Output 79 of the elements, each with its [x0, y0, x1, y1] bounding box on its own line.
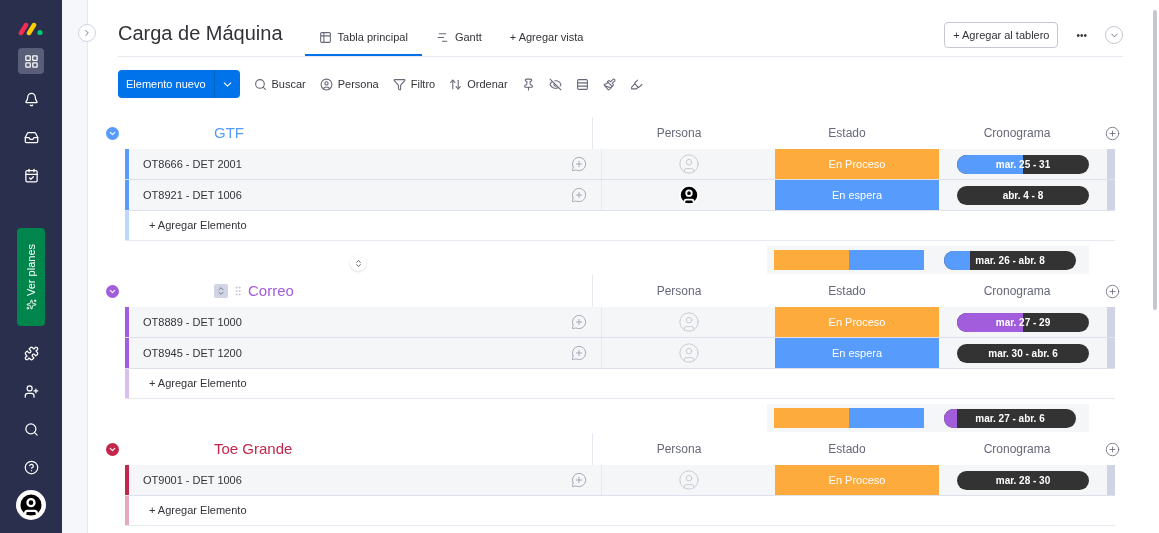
item-name[interactable]: OT9001 - DET 1006: [143, 471, 242, 489]
add-column-icon[interactable]: [1105, 125, 1120, 141]
item-name[interactable]: OT8666 - DET 2001: [143, 155, 242, 173]
toolbar-button[interactable]: Buscar: [253, 75, 306, 93]
column-header[interactable]: Cronograma: [983, 440, 1051, 458]
arrows-icon: [353, 258, 363, 268]
timeline-dates: mar. 26 - abr. 8: [974, 253, 1046, 268]
pen-icon[interactable]: [629, 77, 643, 91]
item-name[interactable]: OT8889 - DET 1000: [143, 313, 242, 331]
add-column-icon[interactable]: [1105, 441, 1120, 457]
timeline-dates: abr. 4 - 8: [1001, 188, 1045, 203]
avatar-icon[interactable]: [677, 184, 700, 206]
column-header[interactable]: Cronograma: [983, 124, 1051, 142]
workspace-icon[interactable]: [23, 53, 39, 69]
notifications-icon[interactable]: [23, 91, 39, 107]
add-update-icon[interactable]: [571, 345, 587, 361]
toolbar-button[interactable]: Ordenar: [449, 75, 508, 93]
timeline-pill[interactable]: mar. 28 - 30: [957, 470, 1089, 490]
search-icon: [253, 77, 267, 91]
help-icon[interactable]: [23, 459, 39, 475]
toolbar-button[interactable]: Persona: [319, 75, 379, 93]
board-title: Carga de Máquina: [118, 21, 283, 46]
timeline-pill[interactable]: mar. 30 - abr. 6: [957, 343, 1089, 363]
search-icon[interactable]: [23, 421, 39, 437]
add-update-icon[interactable]: [571, 156, 587, 172]
view-tab[interactable]: Tabla principal: [304, 20, 422, 56]
add-update-icon[interactable]: [571, 314, 587, 330]
more-menu[interactable]: •••: [1076, 27, 1087, 43]
resize-handle[interactable]: [350, 255, 366, 271]
timeline-dates: mar. 27 - abr. 6: [974, 411, 1046, 426]
paint-icon[interactable]: [602, 77, 616, 91]
inbox-icon[interactable]: [23, 129, 39, 145]
column-header[interactable]: Persona: [656, 440, 702, 458]
column-header[interactable]: Estado: [828, 440, 866, 458]
view-tab[interactable]: Gantt: [421, 20, 496, 56]
timeline-dates: mar. 28 - 30: [994, 473, 1052, 488]
column-header[interactable]: Cronograma: [983, 282, 1051, 300]
hide-icon[interactable]: [548, 77, 562, 91]
column-header[interactable]: Estado: [828, 282, 866, 300]
add-update-icon[interactable]: [571, 472, 587, 488]
chevron-right-icon: [82, 28, 92, 38]
sparkle-icon: [25, 299, 37, 311]
timeline-dates: mar. 30 - abr. 6: [987, 346, 1059, 361]
pin-icon[interactable]: [521, 77, 535, 91]
row-height-icon[interactable]: [575, 77, 589, 91]
avatar-icon[interactable]: [16, 490, 46, 520]
sort-icon: [449, 77, 463, 91]
collapse-icon[interactable]: [106, 442, 119, 456]
column-header[interactable]: Persona: [656, 282, 702, 300]
toolbar-button[interactable]: Filtro: [392, 75, 436, 93]
column-header[interactable]: Persona: [656, 124, 702, 142]
group-title[interactable]: Toe Grande: [214, 437, 293, 461]
timeline-pill[interactable]: mar. 27 - abr. 6: [944, 408, 1076, 428]
view-tab[interactable]: + Agregar vista: [495, 20, 598, 56]
add-item-link[interactable]: + Agregar Elemento: [149, 375, 247, 392]
person-icon: [319, 77, 333, 91]
invite-icon[interactable]: [23, 383, 39, 399]
logo-icon[interactable]: [18, 22, 44, 36]
add-item-link[interactable]: + Agregar Elemento: [149, 502, 247, 519]
calendar-icon[interactable]: [23, 167, 39, 183]
collapse-icon[interactable]: [106, 284, 119, 298]
add-update-icon[interactable]: [571, 187, 587, 203]
gantt-icon: [435, 30, 449, 44]
item-name[interactable]: OT8921 - DET 1006: [143, 186, 242, 204]
add-to-board-button[interactable]: + Agregar al tablero: [944, 22, 1059, 48]
drag-handle-icon[interactable]: [232, 285, 244, 297]
column-header[interactable]: Estado: [828, 124, 866, 142]
timeline-pill[interactable]: abr. 4 - 8: [957, 185, 1089, 205]
table-icon: [318, 30, 332, 44]
collapse-icon[interactable]: [106, 126, 119, 140]
filter-icon: [392, 77, 406, 91]
item-name[interactable]: OT8945 - DET 1200: [143, 344, 242, 362]
group-title[interactable]: Correo: [248, 279, 294, 303]
puzzle-icon[interactable]: [23, 345, 39, 361]
timeline-pill[interactable]: mar. 26 - abr. 8: [944, 250, 1076, 270]
add-column-icon[interactable]: [1105, 283, 1120, 299]
plans-button[interactable]: Ver planes: [17, 228, 45, 326]
add-item-link[interactable]: + Agregar Elemento: [149, 217, 247, 234]
group-menu-icon[interactable]: [214, 284, 228, 298]
